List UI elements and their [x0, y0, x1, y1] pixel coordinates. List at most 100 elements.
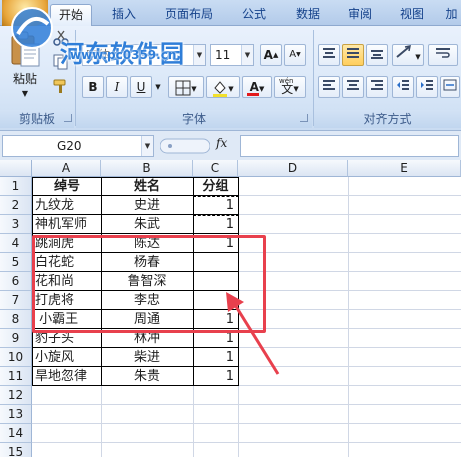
- cell-b2[interactable]: 史进: [102, 196, 192, 215]
- column-header-c[interactable]: C: [193, 160, 238, 177]
- formula-bar-splitter[interactable]: [160, 137, 210, 155]
- select-all-corner[interactable]: [0, 160, 32, 177]
- font-launcher-icon[interactable]: [300, 114, 308, 122]
- tab-data[interactable]: 数据: [288, 4, 328, 26]
- shrink-font-button[interactable]: A▼: [284, 44, 306, 66]
- bold-button[interactable]: B: [82, 76, 104, 98]
- row-header[interactable]: 9: [0, 329, 32, 348]
- tab-page-layout[interactable]: 页面布局: [158, 4, 220, 26]
- align-right-icon: [371, 80, 383, 90]
- chevron-down-icon[interactable]: ▼: [193, 45, 205, 65]
- align-top-button[interactable]: [318, 44, 340, 66]
- tab-review[interactable]: 审阅: [340, 4, 380, 26]
- align-top-icon: [323, 48, 335, 58]
- grid-line: [32, 442, 461, 443]
- row-header[interactable]: 4: [0, 234, 32, 253]
- worksheet-grid[interactable]: A B C D E 1 2 3 4 5 6 7 8 9 10 11 12 13 …: [0, 160, 461, 457]
- underline-button[interactable]: U: [130, 76, 152, 98]
- alignment-group-label: 对齐方式: [314, 110, 461, 128]
- row-header[interactable]: 11: [0, 367, 32, 386]
- underline-dropdown-chevron-icon[interactable]: ▼: [152, 76, 164, 98]
- formula-input[interactable]: [240, 135, 459, 157]
- align-bottom-button[interactable]: [366, 44, 388, 66]
- row-header[interactable]: 15: [0, 443, 32, 457]
- orientation-button[interactable]: ▼: [392, 44, 424, 66]
- column-header-e[interactable]: E: [348, 160, 461, 177]
- row-header[interactable]: 3: [0, 215, 32, 234]
- tab-addins[interactable]: 加: [442, 4, 461, 26]
- column-header-d[interactable]: D: [238, 160, 348, 177]
- ribbon: 粘贴 ▼ 剪贴板 宋体 ▼ 11 ▼ A▲ A▼ B I U ▼ ▼ ▼ A▼ …: [0, 7, 461, 130]
- cell-a3[interactable]: 神机军师: [35, 215, 99, 234]
- row-header[interactable]: 14: [0, 424, 32, 443]
- font-color-letter: A: [249, 80, 259, 94]
- header-cell-nickname[interactable]: 绰号: [36, 177, 98, 196]
- format-painter-icon[interactable]: [52, 78, 70, 94]
- grow-font-button[interactable]: A▲: [260, 44, 282, 66]
- cell-b11[interactable]: 朱贵: [102, 367, 192, 386]
- align-center-icon: [347, 80, 359, 90]
- name-box-value: G20: [57, 139, 82, 153]
- align-left-icon: [323, 80, 335, 90]
- column-header-b[interactable]: B: [101, 160, 193, 177]
- table-border-line: [32, 347, 238, 348]
- row-header[interactable]: 5: [0, 253, 32, 272]
- column-header-a[interactable]: A: [32, 160, 101, 177]
- align-middle-button[interactable]: [342, 44, 364, 66]
- paste-dropdown-chevron-icon[interactable]: ▼: [18, 86, 32, 100]
- name-box[interactable]: G20 ▼: [2, 135, 154, 157]
- row-header[interactable]: 10: [0, 348, 32, 367]
- tab-formulas[interactable]: 公式: [234, 4, 274, 26]
- header-cell-group[interactable]: 分组: [194, 177, 237, 196]
- cell-a2[interactable]: 九纹龙: [35, 196, 99, 215]
- font-group-label: 字体: [76, 110, 312, 128]
- row-header[interactable]: 13: [0, 405, 32, 424]
- chevron-down-icon: ▼: [258, 85, 265, 93]
- borders-button[interactable]: ▼: [168, 76, 204, 98]
- cell-a11[interactable]: 旱地忽律: [35, 367, 99, 386]
- chevron-down-icon: ▼: [228, 85, 234, 93]
- font-size-select[interactable]: 11 ▼: [210, 44, 254, 66]
- chevron-down-icon[interactable]: ▼: [141, 136, 153, 156]
- tab-insert[interactable]: 插入: [104, 4, 144, 26]
- font-color-button[interactable]: A▼: [242, 76, 272, 98]
- header-cell-name[interactable]: 姓名: [102, 177, 192, 196]
- ribbon-tab-bar: 开始 插入 页面布局 公式 数据 审阅 视图 加: [0, 0, 461, 26]
- tab-view[interactable]: 视图: [392, 4, 432, 26]
- increase-indent-button[interactable]: [416, 76, 438, 98]
- phonetic-button[interactable]: wén 文▼: [274, 76, 306, 98]
- annotation-arrow-icon: [226, 292, 280, 375]
- cell-b10[interactable]: 柴进: [102, 348, 192, 367]
- wrap-text-button[interactable]: [428, 44, 458, 66]
- clipboard-launcher-icon[interactable]: [64, 114, 72, 122]
- cell-c3[interactable]: 1: [194, 215, 234, 234]
- row-header[interactable]: 12: [0, 386, 32, 405]
- row-header[interactable]: 8: [0, 310, 32, 329]
- align-bottom-icon: [371, 50, 383, 59]
- grow-caret-icon: ▲: [272, 51, 279, 59]
- align-center-button[interactable]: [342, 76, 364, 98]
- increase-indent-icon: [421, 80, 433, 90]
- shrink-caret-icon: ▼: [296, 51, 301, 58]
- chevron-down-icon: ▼: [415, 53, 421, 61]
- row-header[interactable]: 1: [0, 177, 32, 196]
- align-right-button[interactable]: [366, 76, 388, 98]
- insert-function-icon[interactable]: fx: [216, 136, 227, 150]
- align-left-button[interactable]: [318, 76, 340, 98]
- table-border-line: [32, 233, 238, 234]
- chevron-down-icon[interactable]: ▼: [241, 45, 253, 65]
- row-header[interactable]: 7: [0, 291, 32, 310]
- italic-button[interactable]: I: [106, 76, 128, 98]
- fill-color-button[interactable]: ▼: [206, 76, 240, 98]
- font-color-swatch: [247, 93, 259, 96]
- cell-b3[interactable]: 朱武: [102, 215, 192, 234]
- cell-a10[interactable]: 小旋风: [35, 348, 99, 367]
- decrease-indent-icon: [397, 80, 409, 90]
- grid-line: [348, 177, 349, 457]
- row-header[interactable]: 6: [0, 272, 32, 291]
- phonetic-label: 文: [281, 82, 294, 96]
- row-header[interactable]: 2: [0, 196, 32, 215]
- chevron-down-icon: ▼: [191, 85, 197, 93]
- decrease-indent-button[interactable]: [392, 76, 414, 98]
- merge-center-button[interactable]: [440, 76, 460, 98]
